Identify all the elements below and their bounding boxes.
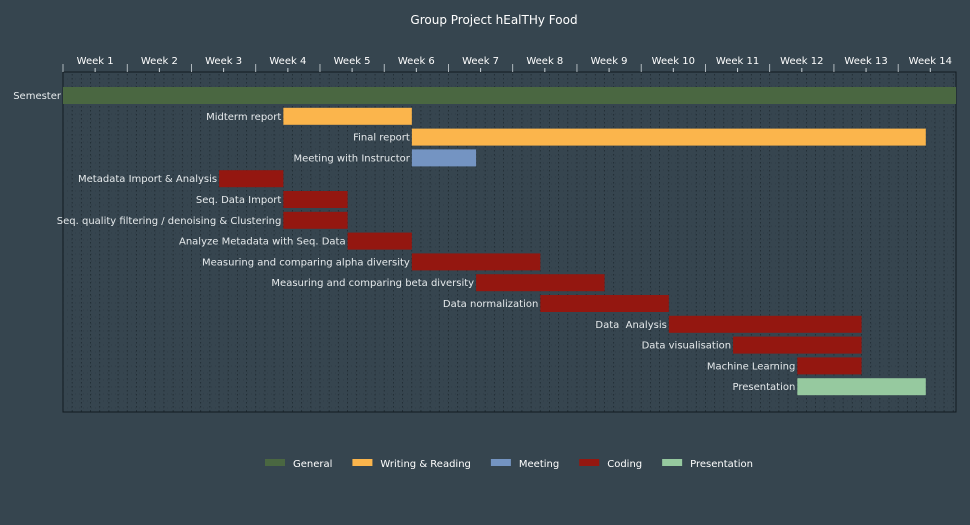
legend-label: Writing & Reading	[380, 459, 470, 470]
task-label: Analyze Metadata with Seq. Data	[179, 237, 346, 248]
legend-swatch	[490, 459, 511, 466]
x-tick-label: Week 9	[591, 56, 628, 67]
x-tick-label: Week 8	[526, 56, 563, 67]
chart-title: Group Project hEalTHy Food	[410, 13, 577, 27]
x-tick-label: Week 4	[269, 56, 306, 67]
gantt-chart: Group Project hEalTHy Food Week 1 Week 2W…	[0, 0, 970, 521]
task-bar	[411, 128, 926, 146]
task-label: Metadata Import & Analysis	[78, 174, 217, 185]
legend-label: Coding	[607, 459, 642, 470]
legend: General Writing & Reading Meeting Coding Pre…	[265, 459, 753, 470]
x-tick-label: Week 5	[334, 56, 371, 67]
x-tick-label: Week 12	[780, 56, 823, 67]
task-bar	[63, 87, 956, 104]
chart-svg: Group Project hEalTHy Food Week 1 Week 2W…	[13, 13, 957, 470]
task-bar	[733, 336, 862, 354]
x-tick-label: Week 7	[462, 56, 499, 67]
task-bar	[476, 274, 605, 292]
legend-label: General	[293, 459, 332, 470]
task-label: Machine Learning	[707, 361, 795, 372]
task-label: Midterm report	[206, 112, 281, 123]
task-bar	[347, 232, 412, 250]
x-axis: Week 1 Week 2 Week 3 Week 4 Week 5 Week 6 Week…	[62, 56, 952, 72]
x-tick-label: Week 3	[205, 56, 242, 67]
task-bar	[540, 295, 669, 312]
task-bar	[668, 315, 862, 333]
task-label: Meeting with Instructor	[293, 153, 410, 164]
task-bar	[283, 211, 348, 229]
x-tick-label: Week 2	[141, 56, 178, 67]
task-label: Data Analysis	[595, 320, 666, 331]
task-bar	[797, 378, 926, 396]
task-label: Data normalization	[443, 299, 538, 310]
task-bar	[283, 191, 348, 208]
x-tick-label: Week 10	[652, 56, 695, 67]
legend-label: Meeting	[519, 459, 559, 470]
x-tick-label: Week 14	[909, 56, 952, 67]
task-label: Final report	[353, 133, 410, 144]
task-label: Measuring and comparing alpha diversity	[202, 257, 410, 268]
legend-swatch	[579, 459, 600, 466]
task-bar	[283, 107, 412, 125]
task-label: Seq. Data Import	[196, 195, 282, 206]
x-tick-label: Week 13	[844, 56, 887, 67]
legend-swatch	[662, 459, 683, 466]
legend-label: Presentation	[690, 459, 753, 470]
task-bar	[411, 149, 477, 167]
x-tick-label: Week 1	[77, 56, 114, 67]
task-bar	[797, 357, 862, 375]
x-tick-label: Week 6	[398, 56, 435, 67]
task-bar	[219, 170, 284, 188]
task-label: Presentation	[733, 382, 796, 393]
legend-swatch	[265, 459, 285, 466]
task-label: Measuring and comparing beta diversity	[271, 278, 474, 289]
task-bar	[411, 253, 541, 271]
task-label: Semester	[13, 91, 62, 102]
x-tick-label: Week 11	[716, 56, 759, 67]
task-label: Data visualisation	[642, 341, 731, 352]
task-label: Seq. quality filtering / denoising & Clu…	[57, 216, 282, 227]
legend-swatch	[352, 459, 373, 466]
